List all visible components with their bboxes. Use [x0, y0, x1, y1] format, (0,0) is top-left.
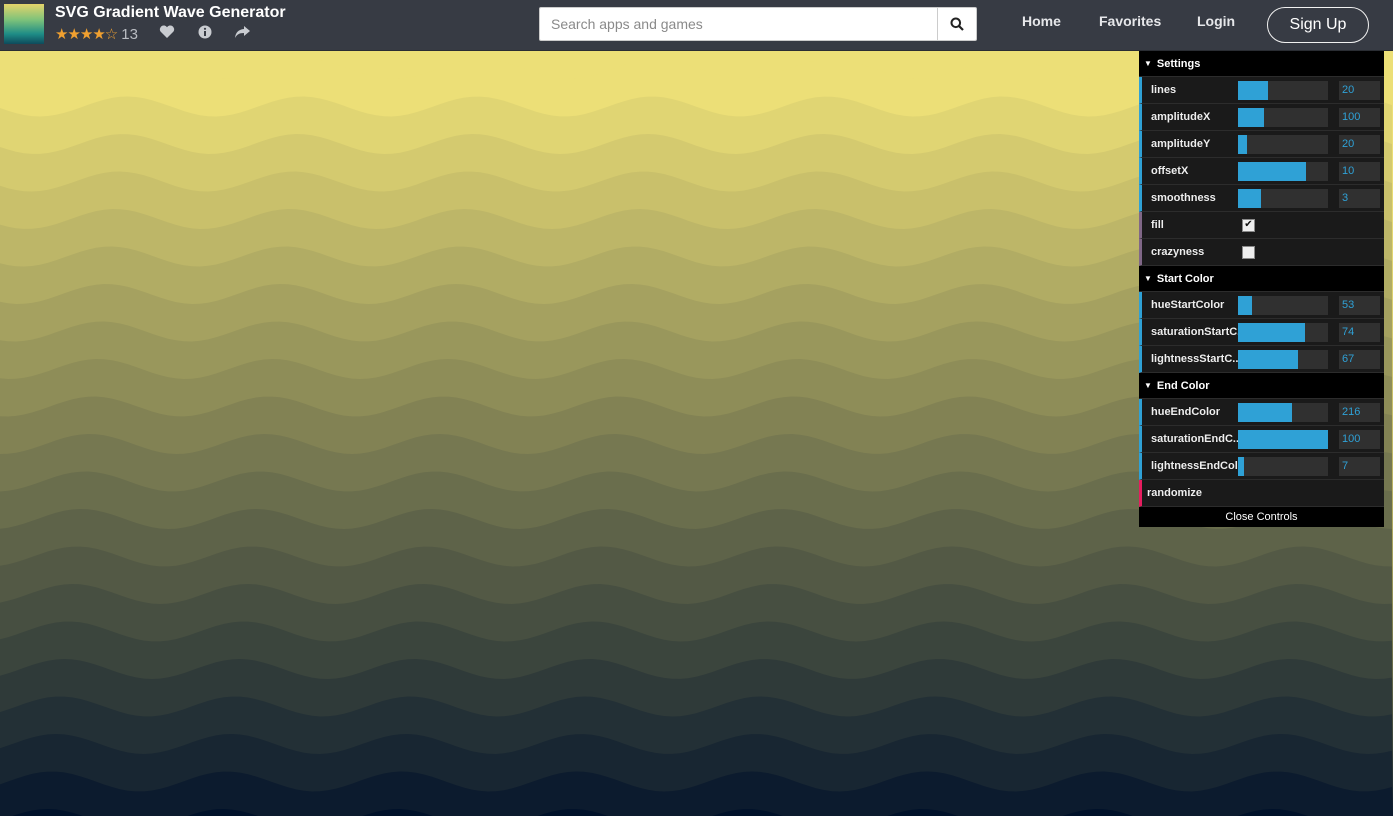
control-label: saturationStartC...: [1151, 326, 1238, 338]
control-offsetX: offsetX 10: [1139, 158, 1384, 185]
control-amplitudeX: amplitudeX 100: [1139, 104, 1384, 131]
crazyness-checkbox[interactable]: [1242, 245, 1255, 259]
offsetX-input[interactable]: 10: [1339, 161, 1380, 181]
app-logo[interactable]: [4, 4, 44, 44]
rating-count: 13: [121, 25, 138, 43]
lightnessEndColor-slider[interactable]: [1238, 456, 1328, 476]
slider-fill: [1238, 134, 1247, 154]
lightnessStartColor-slider[interactable]: [1238, 349, 1328, 369]
search-button[interactable]: [937, 8, 976, 40]
control-label: saturationEndC...: [1151, 433, 1238, 445]
control-saturationEndColor: saturationEndC... 100: [1139, 426, 1384, 453]
saturationEndColor-input[interactable]: 100: [1339, 429, 1380, 449]
control-label: hueEndColor: [1151, 406, 1221, 418]
control-fill: fill ✔: [1139, 212, 1384, 239]
nav-home[interactable]: Home: [1022, 13, 1061, 29]
hueStartColor-slider[interactable]: [1238, 295, 1328, 315]
control-label: lightnessEndColor: [1151, 460, 1238, 472]
rating-row: ★★★★☆ 13: [55, 25, 252, 43]
triangle-down-icon: ▼: [1144, 59, 1152, 68]
slider-fill: [1238, 188, 1261, 208]
control-crazyness: crazyness: [1139, 239, 1384, 266]
app-title[interactable]: SVG Gradient Wave Generator: [55, 4, 286, 22]
control-lightnessStartColor: lightnessStartC... 67: [1139, 346, 1384, 373]
control-label: lines: [1151, 84, 1177, 96]
folder-start-color-title: Start Color: [1156, 272, 1214, 285]
smoothness-input[interactable]: 3: [1339, 188, 1380, 208]
control-label: amplitudeX: [1151, 111, 1211, 123]
nav-favorites[interactable]: Favorites: [1099, 13, 1161, 29]
folder-start-color[interactable]: ▼ Start Color: [1139, 266, 1384, 292]
randomize-label: randomize: [1147, 487, 1203, 499]
control-label: crazyness: [1151, 246, 1205, 258]
lightnessEndColor-input[interactable]: 7: [1339, 456, 1380, 476]
fill-checkbox[interactable]: ✔: [1242, 218, 1255, 232]
folder-settings[interactable]: ▼ Settings: [1139, 51, 1384, 77]
search-box: [539, 7, 977, 41]
lightnessStartColor-input[interactable]: 67: [1339, 349, 1380, 369]
control-lines: lines 20: [1139, 77, 1384, 104]
control-label: hueStartColor: [1151, 299, 1225, 311]
control-label: smoothness: [1151, 192, 1216, 204]
control-label: offsetX: [1151, 165, 1189, 177]
slider-fill: [1238, 107, 1265, 127]
triangle-down-icon: ▼: [1144, 274, 1152, 283]
control-lightnessEndColor: lightnessEndColor 7: [1139, 453, 1384, 480]
search-icon: [950, 17, 964, 31]
signup-button[interactable]: Sign Up: [1267, 7, 1369, 43]
triangle-down-icon: ▼: [1144, 381, 1152, 390]
slider-fill: [1238, 161, 1307, 181]
slider-fill: [1238, 456, 1245, 476]
saturationStartColor-slider[interactable]: [1238, 322, 1328, 342]
smoothness-slider[interactable]: [1238, 188, 1328, 208]
control-label: fill: [1151, 219, 1164, 231]
offsetX-slider[interactable]: [1238, 161, 1328, 181]
slider-fill: [1238, 429, 1328, 449]
control-smoothness: smoothness 3: [1139, 185, 1384, 212]
rating-stars[interactable]: ★★★★☆: [55, 25, 118, 43]
slider-fill: [1238, 322, 1305, 342]
folder-settings-title: Settings: [1156, 57, 1201, 70]
lines-input[interactable]: 20: [1339, 80, 1380, 100]
top-bar: SVG Gradient Wave Generator ★★★★☆ 13 Hom…: [0, 0, 1393, 51]
folder-end-color[interactable]: ▼ End Color: [1139, 373, 1384, 399]
hueStartColor-input[interactable]: 53: [1339, 295, 1380, 315]
controls-panel: ▼ Settings lines 20 amplitudeX 100 ampli…: [1139, 51, 1384, 527]
nav-login[interactable]: Login: [1197, 13, 1235, 29]
heart-icon[interactable]: [158, 25, 176, 43]
slider-fill: [1238, 402, 1292, 422]
search-input[interactable]: [540, 8, 938, 40]
folder-end-color-title: End Color: [1156, 379, 1210, 392]
saturationEndColor-slider[interactable]: [1238, 429, 1328, 449]
amplitudeX-input[interactable]: 100: [1339, 107, 1380, 127]
control-label: amplitudeY: [1151, 138, 1211, 150]
amplitudeX-slider[interactable]: [1238, 107, 1328, 127]
share-icon[interactable]: [234, 25, 252, 43]
randomize-button[interactable]: randomize: [1139, 480, 1384, 507]
control-saturationStartColor: saturationStartC... 74: [1139, 319, 1384, 346]
control-amplitudeY: amplitudeY 20: [1139, 131, 1384, 158]
hueEndColor-input[interactable]: 216: [1339, 402, 1380, 422]
slider-fill: [1238, 349, 1299, 369]
info-icon[interactable]: [196, 25, 214, 43]
lines-slider[interactable]: [1238, 80, 1328, 100]
slider-fill: [1238, 295, 1252, 315]
control-hueStartColor: hueStartColor 53: [1139, 292, 1384, 319]
slider-fill: [1238, 80, 1268, 100]
saturationStartColor-input[interactable]: 74: [1339, 322, 1380, 342]
amplitudeY-slider[interactable]: [1238, 134, 1328, 154]
hueEndColor-slider[interactable]: [1238, 402, 1328, 422]
control-label: lightnessStartC...: [1151, 353, 1238, 365]
control-hueEndColor: hueEndColor 216: [1139, 399, 1384, 426]
close-controls-button[interactable]: Close Controls: [1139, 507, 1384, 527]
amplitudeY-input[interactable]: 20: [1339, 134, 1380, 154]
